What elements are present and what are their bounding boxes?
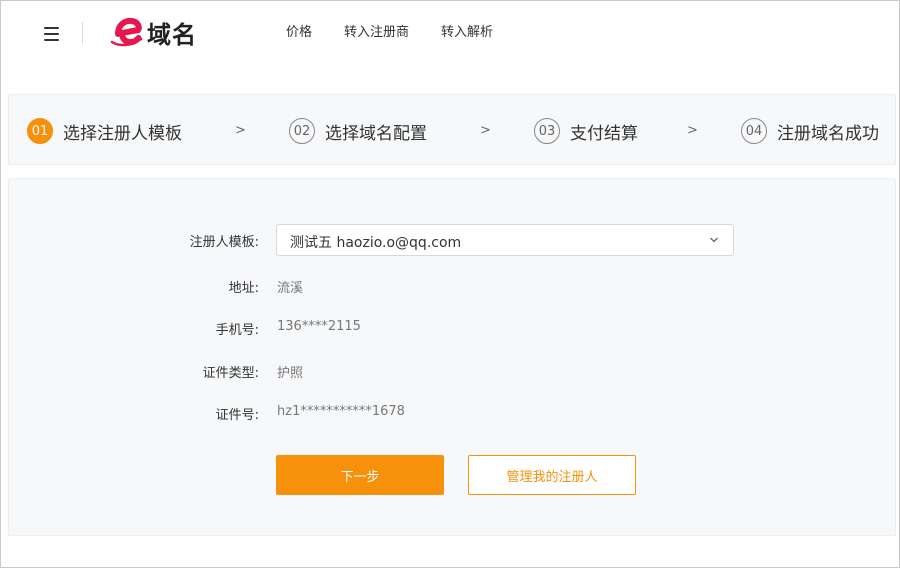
step-label: 选择注册人模板 bbox=[63, 123, 182, 144]
template-label: 注册人模板: bbox=[189, 235, 259, 250]
form-row-phone: 手机号: 136****2115 bbox=[9, 312, 897, 344]
id-type-value: 护照 bbox=[277, 366, 304, 381]
step-3: 03 支付结算 bbox=[534, 117, 638, 145]
form-row-id-number: 证件号: hz1***********1678 bbox=[9, 397, 897, 429]
nav-pricing[interactable]: 价格 bbox=[286, 24, 312, 42]
step-4: 04 注册域名成功 bbox=[741, 117, 879, 145]
registrant-form-panel: 注册人模板: 测试五 haozio.o@qq.com 地址: 流溪 手机号: 1… bbox=[8, 178, 896, 536]
id-type-label: 证件类型: bbox=[202, 366, 259, 381]
manage-registrants-button[interactable]: 管理我的注册人 bbox=[468, 455, 636, 495]
step-number: 03 bbox=[534, 118, 560, 144]
id-number-label: 证件号: bbox=[215, 408, 259, 423]
registrant-template-select[interactable]: 测试五 haozio.o@qq.com bbox=[276, 224, 734, 256]
step-progress-bar: 01 选择注册人模板 > 02 选择域名配置 > 03 支付结算 > 04 注册… bbox=[8, 94, 896, 165]
step-separator: > bbox=[480, 123, 491, 138]
header-divider bbox=[82, 22, 83, 44]
phone-label: 手机号: bbox=[215, 323, 259, 338]
form-row-id-type: 证件类型: 护照 bbox=[9, 355, 897, 387]
address-label: 地址: bbox=[228, 281, 259, 296]
step-number: 01 bbox=[27, 118, 53, 144]
step-label: 选择域名配置 bbox=[325, 123, 427, 144]
step-number: 04 bbox=[741, 118, 767, 144]
nav-transfer-dns[interactable]: 转入解析 bbox=[441, 24, 493, 42]
form-row-template: 注册人模板: 测试五 haozio.o@qq.com bbox=[9, 224, 897, 256]
chevron-down-icon bbox=[710, 237, 718, 243]
template-select-value: 测试五 haozio.o@qq.com bbox=[290, 235, 462, 251]
form-row-address: 地址: 流溪 bbox=[9, 270, 897, 302]
logo[interactable]: 域名 bbox=[110, 14, 197, 50]
step-1: 01 选择注册人模板 bbox=[27, 117, 182, 145]
nav-transfer-registrar[interactable]: 转入注册商 bbox=[344, 24, 409, 42]
logo-e-icon bbox=[110, 17, 143, 47]
step-label: 支付结算 bbox=[570, 123, 638, 144]
next-step-button[interactable]: 下一步 bbox=[276, 455, 444, 495]
address-value: 流溪 bbox=[277, 281, 304, 296]
step-separator: > bbox=[687, 123, 698, 138]
step-separator: > bbox=[235, 123, 246, 138]
phone-value: 136****2115 bbox=[277, 319, 361, 334]
top-nav: 价格 转入注册商 转入解析 bbox=[286, 24, 525, 42]
step-label: 注册域名成功 bbox=[777, 123, 879, 144]
id-number-value: hz1***********1678 bbox=[277, 404, 405, 419]
hamburger-menu-icon[interactable] bbox=[42, 25, 62, 43]
header: 域名 价格 转入注册商 转入解析 bbox=[0, 0, 900, 68]
logo-text: 域名 bbox=[147, 20, 197, 49]
step-number: 02 bbox=[289, 118, 315, 144]
step-2: 02 选择域名配置 bbox=[289, 117, 427, 145]
